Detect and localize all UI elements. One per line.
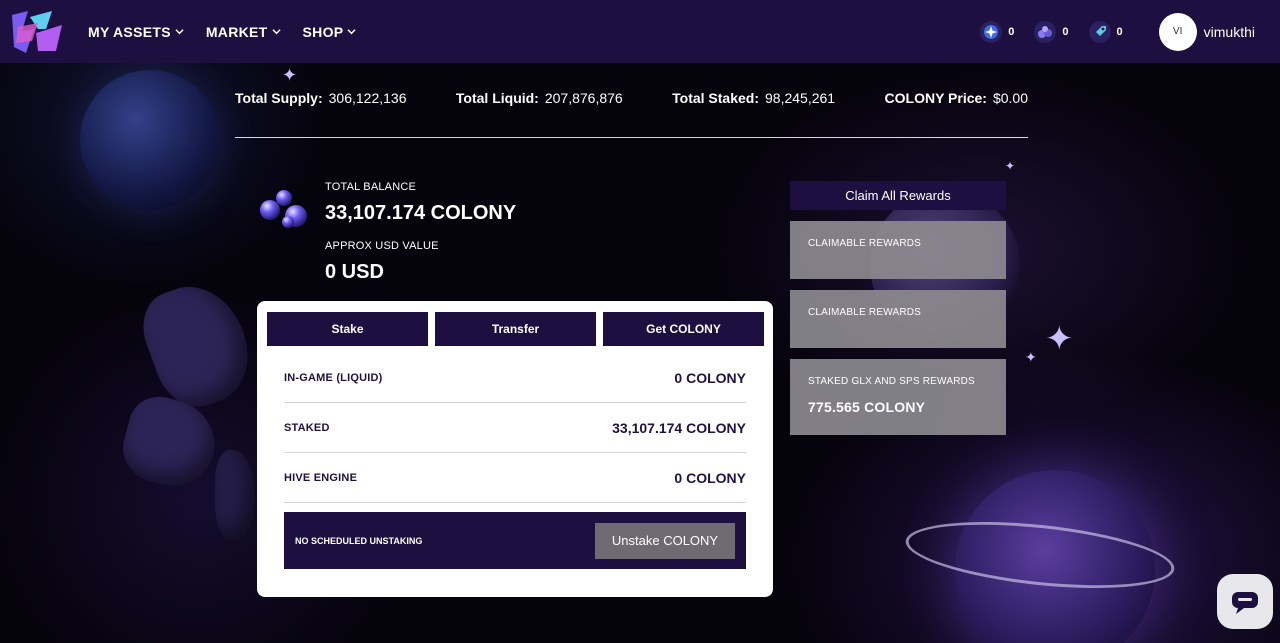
nav-market-label: MARKET: [205, 23, 268, 40]
chevron-down-icon: [175, 29, 184, 35]
divider: [235, 137, 1028, 138]
gem-cluster-icon: [1034, 20, 1057, 43]
stat-value: 98,245,261: [765, 90, 836, 106]
unstaking-status: NO SCHEDULED UNSTAKING: [295, 535, 423, 546]
reward-card[interactable]: CLAIMABLE REWARDS: [790, 221, 1006, 279]
reward-title: CLAIMABLE REWARDS: [808, 307, 922, 318]
reward-value: 775.565 COLONY: [808, 399, 926, 415]
action-tabs: Stake Transfer Get COLONY: [267, 312, 764, 346]
balance-row-hive-engine: HIVE ENGINE 0 COLONY: [284, 453, 746, 503]
header-right: 0 0 0 VI vimukthi: [980, 12, 1280, 51]
total-balance-value: 33,107.174 COLONY: [325, 202, 517, 224]
asteroid: [132, 272, 263, 418]
row-value: 0 COLONY: [674, 369, 746, 386]
row-label: STAKED: [284, 421, 330, 434]
row-label: IN-GAME (LIQUID): [284, 371, 383, 384]
currency-rocket[interactable]: 0: [1088, 20, 1123, 43]
main-nav: MY ASSETS MARKET SHOP: [88, 24, 378, 40]
stat-total-staked: Total Staked: 98,245,261: [672, 90, 835, 106]
currency-value: 0: [1008, 25, 1015, 38]
nav-market[interactable]: MARKET: [206, 24, 281, 40]
asteroid: [215, 450, 255, 540]
asteroid: [115, 389, 225, 496]
stat-label: COLONY Price:: [884, 90, 987, 106]
stat-total-liquid: Total Liquid: 207,876,876: [456, 90, 623, 106]
stat-label: Total Staked:: [672, 90, 760, 106]
sparkle-icon: ✦: [1025, 349, 1037, 365]
stat-total-supply: Total Supply: 306,122,136: [235, 90, 406, 106]
nav-shop[interactable]: SHOP: [303, 24, 357, 40]
stat-colony-price: COLONY Price: $0.00: [885, 90, 1028, 106]
stat-value: $0.00: [992, 90, 1028, 106]
claim-all-rewards-button[interactable]: Claim All Rewards: [790, 181, 1006, 210]
username[interactable]: vimukthi: [1204, 24, 1255, 40]
rocket-icon: [1088, 20, 1111, 43]
balance-card: Stake Transfer Get COLONY IN-GAME (LIQUI…: [257, 301, 773, 597]
nav-my-assets-label: MY ASSETS: [88, 23, 171, 40]
currency-star-orb[interactable]: 0: [980, 20, 1015, 43]
reward-title: STAKED GLX AND SPS REWARDS: [808, 376, 975, 387]
tab-stake[interactable]: Stake: [267, 312, 428, 346]
sparkle-icon: ✦: [282, 65, 298, 85]
balance-row-staked: STAKED 33,107.174 COLONY: [284, 403, 746, 453]
reward-card[interactable]: CLAIMABLE REWARDS: [790, 290, 1006, 348]
token-stats-bar: Total Supply: 306,122,136 Total Liquid: 20…: [235, 90, 1028, 106]
chat-bubble-icon: [1232, 591, 1258, 614]
sparkle-icon: ✦: [1005, 159, 1016, 173]
stat-label: Total Liquid:: [455, 90, 539, 106]
sparkle-icon: ✦: [1045, 320, 1074, 358]
reward-title: CLAIMABLE REWARDS: [808, 238, 922, 249]
chevron-down-icon: [271, 29, 281, 35]
currency-value: 0: [1062, 25, 1069, 38]
game-logo-icon[interactable]: [8, 7, 66, 57]
tab-transfer[interactable]: Transfer: [435, 312, 596, 346]
usd-value-label: APPROX USD VALUE: [325, 240, 439, 252]
unstake-button[interactable]: Unstake COLONY: [595, 522, 735, 559]
usd-value: 0 USD: [325, 261, 384, 283]
planet-illustration: [80, 70, 220, 210]
colony-token-icon: [260, 190, 307, 228]
currency-value: 0: [1116, 25, 1123, 38]
row-label: HIVE ENGINE: [284, 471, 358, 484]
nav-my-assets[interactable]: MY ASSETS: [88, 24, 184, 40]
reward-card[interactable]: STAKED GLX AND SPS REWARDS 775.565 COLON…: [790, 359, 1006, 435]
chevron-down-icon: [347, 29, 357, 35]
currency-gem-cluster[interactable]: 0: [1034, 20, 1069, 43]
total-balance-label: TOTAL BALANCE: [325, 181, 417, 193]
stat-label: Total Supply:: [235, 90, 323, 106]
avatar[interactable]: VI: [1158, 12, 1197, 51]
star-orb-icon: [980, 20, 1003, 43]
row-value: 33,107.174 COLONY: [612, 419, 746, 436]
stat-value: 207,876,876: [544, 90, 623, 106]
chat-support-button[interactable]: [1217, 574, 1273, 629]
stat-value: 306,122,136: [328, 90, 407, 106]
balance-row-ingame: IN-GAME (LIQUID) 0 COLONY: [284, 353, 746, 403]
tab-get-colony[interactable]: Get COLONY: [603, 312, 764, 346]
row-value: 0 COLONY: [674, 469, 746, 486]
unstaking-panel: NO SCHEDULED UNSTAKING Unstake COLONY: [284, 512, 746, 569]
top-navigation-bar: MY ASSETS MARKET SHOP 0 0 0 VI vimukthi: [0, 0, 1280, 63]
nav-shop-label: SHOP: [302, 23, 344, 40]
